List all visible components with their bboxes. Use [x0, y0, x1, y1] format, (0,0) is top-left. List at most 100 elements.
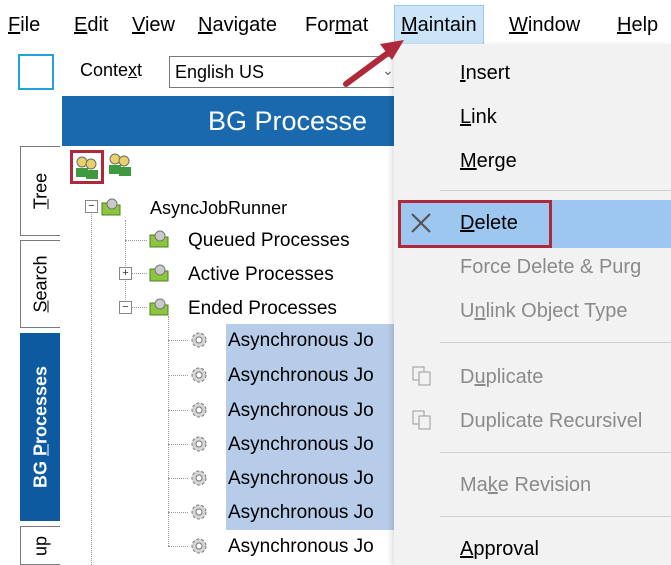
tab-bg-processes-mnemonic: P — [30, 444, 50, 457]
menu-maintain[interactable]: Maintain — [394, 5, 484, 45]
context-label: Context — [80, 60, 142, 81]
menu-file-label: ile — [20, 14, 41, 36]
tree-node-root[interactable]: AsyncJobRunner — [150, 195, 287, 221]
gear-icon — [191, 538, 207, 554]
tab-tree[interactable]: Tree — [20, 146, 60, 236]
tab-bg-processes-rest: rocesses — [30, 365, 50, 445]
context-color-box[interactable] — [18, 54, 54, 90]
menu-item-insert-label: nsert — [465, 62, 511, 84]
menu-help[interactable]: Help — [611, 6, 664, 44]
menu-maintain-label: aintain — [417, 14, 477, 36]
tab-bg-processes-pre: BG — [30, 456, 50, 489]
menu-view-mnemonic: V — [132, 14, 145, 36]
menu-format-label: at — [351, 14, 369, 36]
processes-icon — [76, 156, 98, 179]
menu-item-duplicate-recursive-label: Duplicate Recursivel — [460, 410, 643, 432]
menu-edit[interactable]: Edit — [68, 6, 114, 44]
tree-connector — [168, 546, 188, 547]
collapse-toggle[interactable]: − — [119, 301, 132, 314]
start-process-button[interactable] — [70, 150, 104, 184]
tree-connector — [125, 220, 126, 308]
menu-item-duplicate-label: plicate — [485, 366, 544, 388]
menu-item-link[interactable]: Link — [460, 106, 497, 129]
menu-item-duplicate-pre: D — [460, 366, 475, 388]
tree-connector — [125, 240, 147, 241]
panel-title: BG Processe — [208, 106, 368, 136]
gear-icon — [191, 367, 207, 383]
menu-separator — [440, 452, 671, 453]
menu-item-link-mnemonic: L — [460, 106, 472, 128]
menu-window[interactable]: Window — [503, 6, 586, 44]
menu-help-mnemonic: H — [617, 14, 632, 36]
tree-item-async-job[interactable]: Asynchronous Jo — [228, 466, 374, 492]
menu-maintain-mnemonic: M — [401, 14, 418, 36]
menu-item-unlink-object-type: Unlink Object Type — [460, 300, 628, 323]
menu-item-force-delete-label: Force Delete & Purg — [460, 256, 642, 278]
menu-item-make-revision: Make Revision — [460, 474, 591, 497]
tab-search[interactable]: Search — [20, 240, 60, 328]
gear-icon — [191, 504, 207, 520]
tree-node-active[interactable]: Active Processes — [188, 262, 334, 288]
menu-help-label: elp — [631, 14, 659, 36]
tab-search-rest: earch — [30, 255, 50, 301]
tab-search-label: Search — [30, 255, 51, 312]
menu-item-merge[interactable]: Merge — [460, 150, 517, 173]
gear-icon — [191, 436, 207, 452]
menu-item-approval-mnemonic: A — [460, 538, 474, 560]
folder-gear-icon — [149, 264, 169, 282]
folder-gear-icon — [149, 298, 169, 316]
context-label-mnemonic: x — [128, 60, 138, 80]
duplicate-recursive-icon — [412, 410, 431, 430]
tree-connector — [131, 307, 147, 308]
tab-bg-processes[interactable]: BG Processes — [20, 333, 60, 521]
tree-connector — [91, 212, 92, 565]
menu-format[interactable]: Format — [299, 6, 374, 44]
gear-icon — [191, 470, 207, 486]
menu-navigate[interactable]: Navigate — [192, 6, 283, 44]
menu-format-pre: For — [305, 14, 335, 36]
context-label-post: t — [137, 60, 143, 80]
menu-item-unlink-mnemonic: n — [474, 300, 486, 322]
tree-item-async-job[interactable]: Asynchronous Jo — [228, 328, 374, 354]
menu-bar: File Edit View Navigate Format Maintain … — [0, 0, 671, 50]
menu-file[interactable]: File — [2, 6, 46, 44]
menu-item-link-label: ink — [471, 106, 497, 128]
menu-item-unlink-pre: U — [460, 300, 475, 322]
tree-item-async-job[interactable]: Asynchronous Jo — [228, 534, 374, 560]
menu-file-mnemonic: F — [8, 14, 21, 36]
tree-connector — [168, 375, 188, 376]
menu-view-label: iew — [144, 14, 175, 36]
chevron-down-icon[interactable]: ⌄ — [382, 63, 394, 77]
tab-up[interactable]: up — [20, 526, 60, 565]
menu-item-insert[interactable]: Insert — [460, 62, 510, 85]
tree-item-async-job[interactable]: Asynchronous Jo — [228, 398, 374, 424]
menu-format-mnemonic: m — [335, 14, 352, 36]
menu-edit-mnemonic: E — [74, 14, 88, 36]
tree-connector — [168, 512, 188, 513]
menu-icon-gutter — [394, 44, 440, 565]
tree-item-async-job[interactable]: Asynchronous Jo — [228, 363, 374, 389]
menu-edit-label: dit — [87, 14, 109, 36]
tree-item-async-job[interactable]: Asynchronous Jo — [228, 500, 374, 526]
tree-node-queued[interactable]: Queued Processes — [188, 228, 350, 254]
gear-icon — [191, 402, 207, 418]
tab-up-label: up — [30, 535, 50, 556]
expand-toggle[interactable]: + — [119, 267, 132, 280]
annotation-highlight-box — [398, 200, 552, 248]
gear-icon — [191, 332, 207, 348]
tree-connector — [168, 340, 188, 341]
menu-item-approval-label: pproval — [473, 538, 539, 560]
tree-connector — [168, 444, 188, 445]
collapse-toggle[interactable]: − — [85, 200, 98, 213]
menu-item-approval[interactable]: Approval — [460, 538, 539, 561]
context-select-value: English US — [175, 62, 265, 82]
context-select[interactable]: English US — [169, 56, 401, 88]
tree-node-ended[interactable]: Ended Processes — [188, 296, 337, 322]
tree-item-async-job[interactable]: Asynchronous Jo — [228, 432, 374, 458]
menu-item-make-revision-label: e Revision — [497, 474, 592, 496]
processes-button[interactable] — [106, 150, 140, 184]
menu-view[interactable]: View — [126, 6, 181, 44]
menu-separator — [440, 342, 671, 343]
menu-navigate-mnemonic: N — [198, 14, 213, 36]
menu-navigate-label: avigate — [212, 14, 277, 36]
